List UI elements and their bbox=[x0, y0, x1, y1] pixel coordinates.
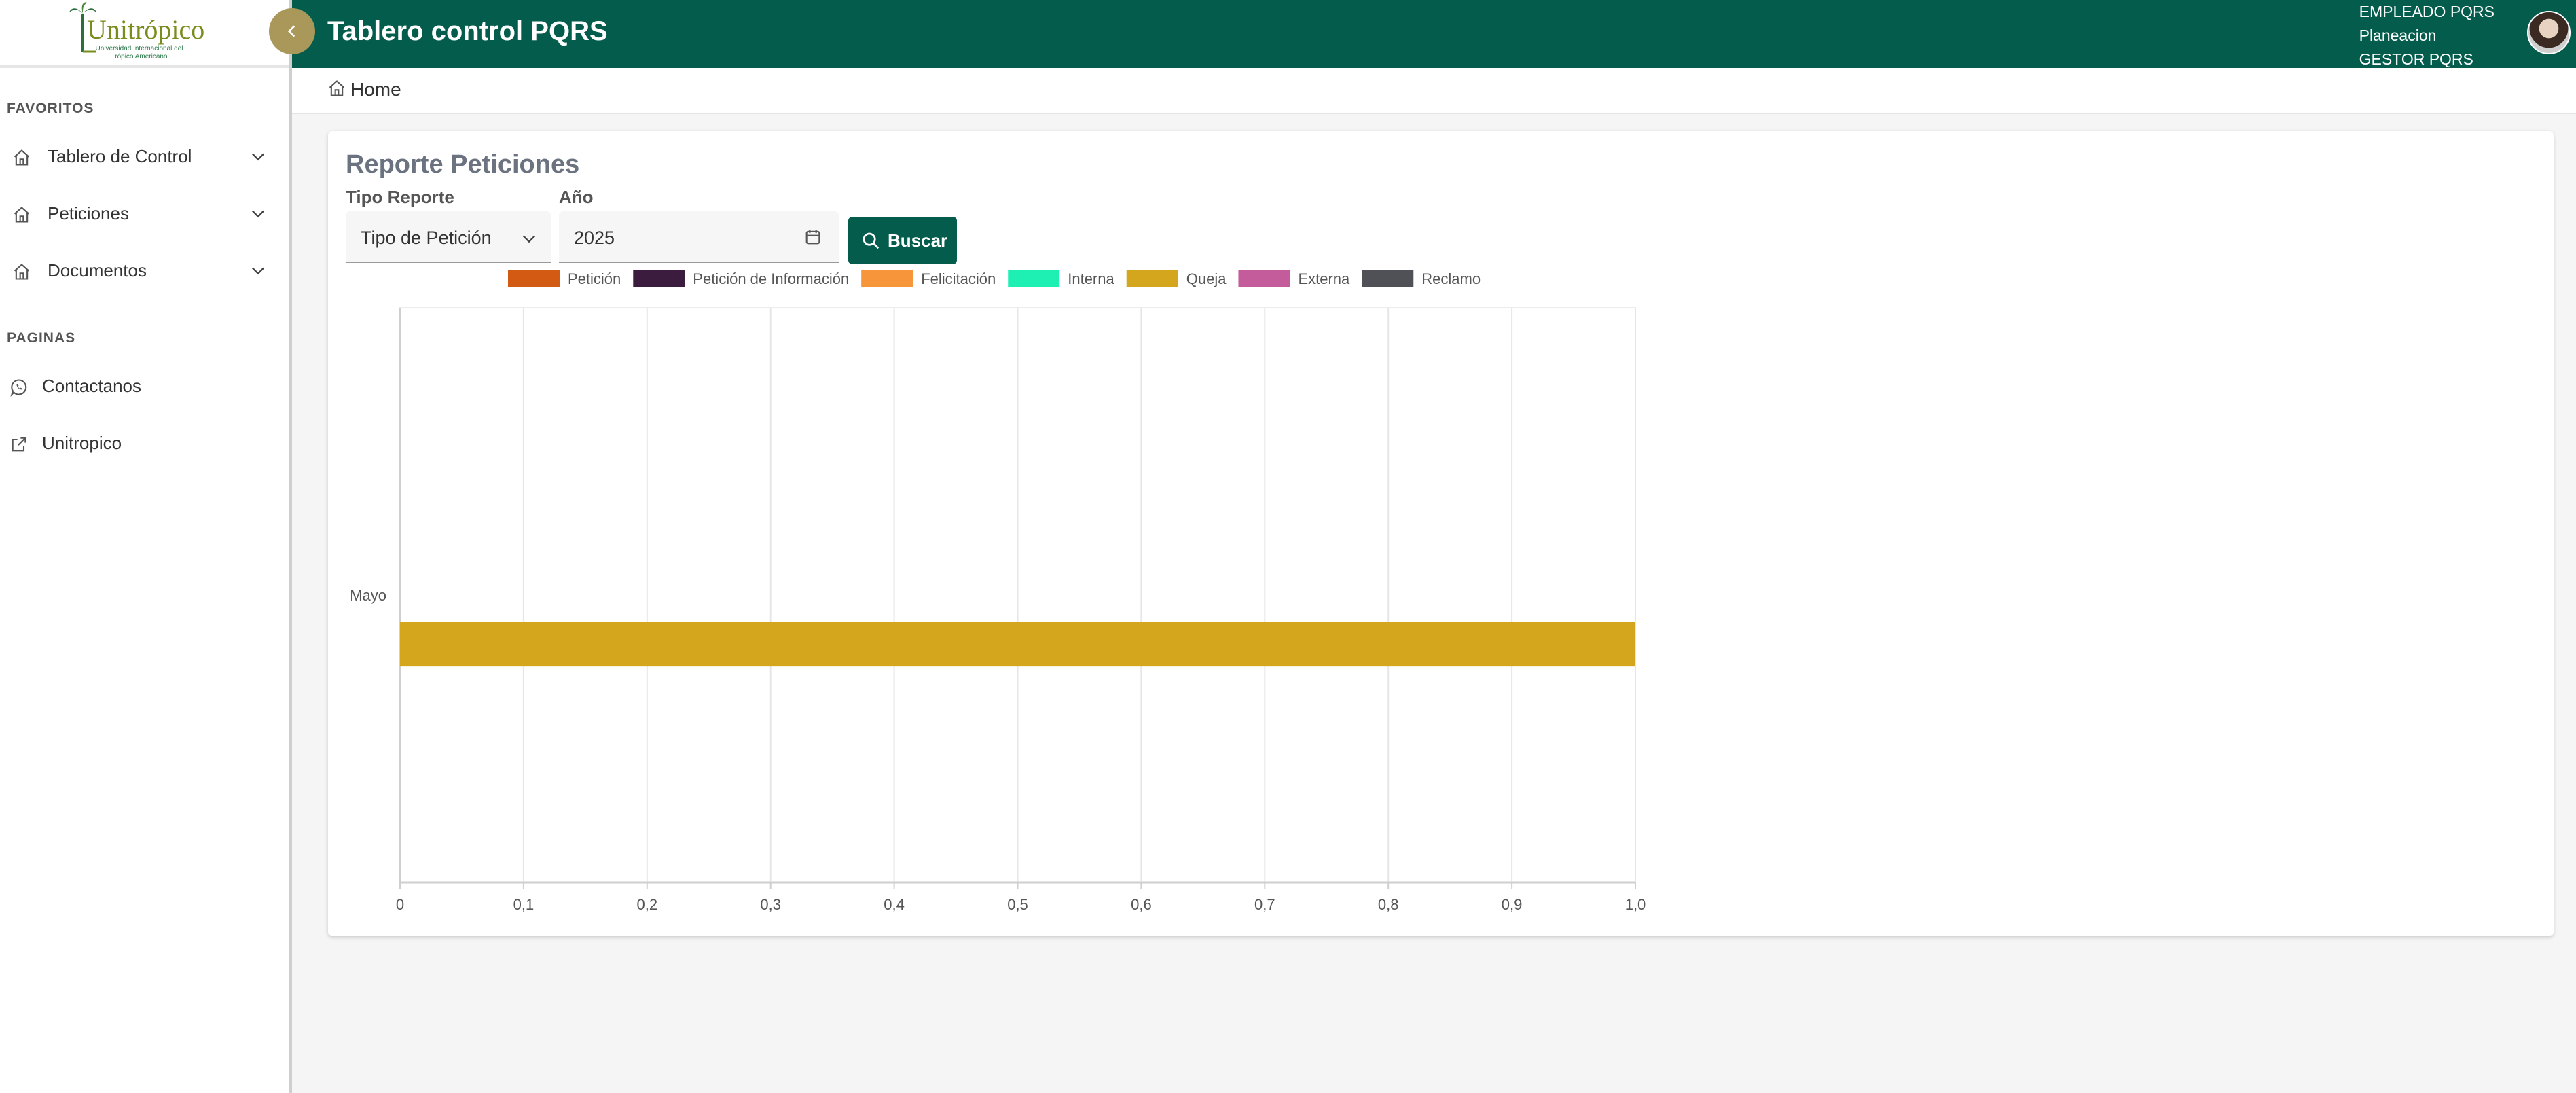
sidebar-item-label: Documentos bbox=[48, 260, 147, 281]
legend-entry: Externa bbox=[1298, 270, 1350, 287]
bar-queja bbox=[400, 622, 1635, 667]
avatar[interactable] bbox=[2527, 11, 2571, 54]
x-tick-label: 0,6 bbox=[1131, 896, 1152, 913]
chevron-down-icon bbox=[252, 267, 264, 275]
sidebar: Unitrópico Universidad Internacional del… bbox=[0, 0, 292, 1093]
legend-entry: Interna bbox=[1068, 270, 1114, 287]
pages-section-label: PAGINAS bbox=[7, 330, 76, 346]
logo-text: Unitrópico bbox=[87, 14, 205, 45]
home-icon bbox=[329, 80, 345, 96]
sidebar-item-unitropico[interactable]: Unitropico bbox=[0, 423, 292, 463]
sidebar-item-documentos[interactable]: Documentos bbox=[0, 250, 292, 291]
breadcrumb-home-link[interactable]: Home bbox=[350, 79, 401, 101]
legend-entry: Petición de Información bbox=[693, 270, 849, 287]
x-tick-label: 0,4 bbox=[884, 896, 905, 913]
x-tick-label: 0,1 bbox=[513, 896, 534, 913]
chevron-left-icon bbox=[287, 25, 295, 37]
chevron-down-icon bbox=[252, 153, 264, 161]
legend-swatch bbox=[1008, 270, 1060, 287]
home-icon bbox=[14, 207, 30, 223]
sidebar-item-peticiones[interactable]: Peticiones bbox=[0, 193, 292, 234]
logo[interactable]: Unitrópico Universidad Internacional del… bbox=[0, 0, 289, 68]
home-icon bbox=[14, 264, 30, 280]
user-role: EMPLEADO PQRS bbox=[2359, 3, 2495, 20]
x-tick-label: 0,3 bbox=[760, 896, 781, 913]
legend-swatch bbox=[1362, 270, 1414, 287]
legend-swatch bbox=[1126, 270, 1178, 287]
home-icon bbox=[14, 149, 30, 166]
whatsapp-icon bbox=[10, 379, 27, 397]
external-link-icon bbox=[12, 437, 26, 452]
legend-entry: Felicitación bbox=[921, 270, 996, 287]
legend-swatch bbox=[633, 270, 685, 287]
legend-swatch bbox=[508, 270, 560, 287]
top-header: Tablero control PQRS EMPLEADO PQRS Plane… bbox=[292, 0, 2576, 68]
sidebar-item-label: Unitropico bbox=[42, 433, 122, 453]
legend-entry: Queja bbox=[1186, 270, 1227, 287]
breadcrumb: Home bbox=[292, 68, 2576, 114]
chevron-down-icon bbox=[252, 210, 264, 218]
sidebar-item-label: Tablero de Control bbox=[48, 146, 192, 166]
legend-swatch bbox=[861, 270, 913, 287]
legend-swatch bbox=[1238, 270, 1290, 287]
x-tick-label: 0,9 bbox=[1502, 896, 1523, 913]
y-category-label: Mayo bbox=[350, 587, 386, 604]
sidebar-item-label: Peticiones bbox=[48, 203, 129, 223]
favorites-section-label: FAVORITOS bbox=[7, 101, 94, 116]
x-tick-label: 0,2 bbox=[637, 896, 658, 913]
x-tick-label: 1,0 bbox=[1625, 896, 1646, 913]
x-tick-label: 0,5 bbox=[1007, 896, 1028, 913]
collapse-sidebar-button[interactable] bbox=[269, 8, 315, 54]
user-info: EMPLEADO PQRS Planeacion GESTOR PQRS bbox=[2359, 0, 2495, 71]
sidebar-item-tablero-de-control[interactable]: Tablero de Control bbox=[0, 136, 292, 177]
report-chart: 0 0,1 0,2 0,3 0,4 0,5 0,6 0,7 0,8 0,9 1,0 Mayo Petic… bbox=[350, 270, 1646, 913]
legend-entry: Petición bbox=[568, 270, 621, 287]
sidebar-item-contactanos[interactable]: Contactanos bbox=[0, 365, 292, 406]
x-tick-label: 0,7 bbox=[1254, 896, 1275, 913]
x-tick-label: 0,8 bbox=[1378, 896, 1399, 913]
logo-subtitle: Universidad Internacional del Trópico Am… bbox=[95, 45, 183, 60]
user-department: Planeacion bbox=[2359, 26, 2437, 44]
legend-entry: Reclamo bbox=[1421, 270, 1481, 287]
report-card: Reporte Peticiones Tipo Reporte Tipo de … bbox=[328, 131, 2554, 936]
x-tick-label: 0 bbox=[396, 896, 404, 913]
page-title: Tablero control PQRS bbox=[327, 16, 608, 46]
sidebar-item-label: Contactanos bbox=[42, 376, 141, 396]
